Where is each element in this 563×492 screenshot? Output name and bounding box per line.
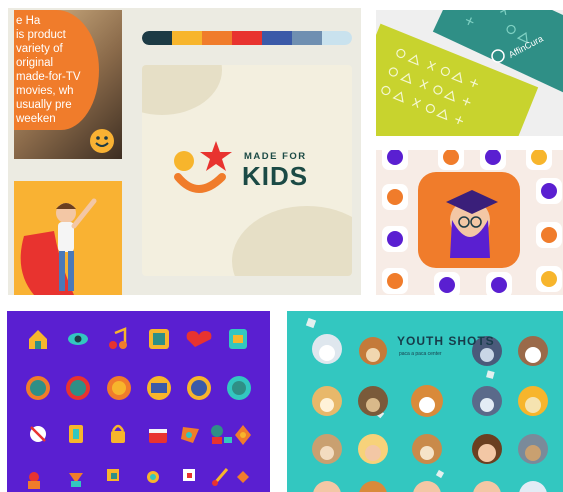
color-palette-strip: [142, 31, 352, 45]
photo-text-line: e Ha: [16, 15, 41, 27]
photo-text-line: weeken: [16, 113, 56, 125]
palette-swatch: [232, 31, 262, 45]
superhero-child-illustration: [14, 181, 122, 295]
logo-wordmark-main: KIDS: [242, 161, 309, 191]
superhero-child-photo: [14, 181, 122, 295]
photo-text-line: variety of: [16, 43, 63, 55]
logo-card: MADE FOR KIDS: [142, 65, 352, 276]
decorative-curve: [142, 65, 222, 115]
photo-text-line: usually pre: [16, 99, 72, 111]
smile-star-logo-icon: [174, 141, 232, 193]
app-icons-illustration: [376, 150, 563, 295]
palette-swatch: [322, 31, 352, 45]
palette-swatch: [292, 31, 322, 45]
photo-with-text-overlay: e Ha is product variety of original made…: [14, 10, 122, 159]
photo-text-line: original: [16, 57, 54, 69]
icon-set-illustration: [7, 311, 270, 492]
palette-swatch: [202, 31, 232, 45]
stationery-illustration: [376, 10, 563, 136]
poster-subtitle: paca a paca center: [399, 351, 442, 357]
stationery-mockup-panel: AffinCura: [376, 10, 563, 136]
smiley-sticker-icon: [90, 129, 114, 153]
palette-swatch: [262, 31, 292, 45]
poster-title: YOUTH SHOTS: [397, 334, 495, 348]
palette-swatch: [172, 31, 202, 45]
app-icon-panel: [376, 150, 563, 295]
icon-set-panel: [7, 311, 270, 492]
palette-swatch: [142, 31, 172, 45]
photo-text-line: made-for-TV: [16, 71, 81, 83]
photo-text-line: is product: [16, 29, 66, 41]
decorative-curve: [232, 206, 352, 276]
photo-text-line: movies, wh: [16, 85, 74, 97]
animal-avatar-poster: YOUTH SHOTS paca a paca center: [287, 311, 563, 492]
